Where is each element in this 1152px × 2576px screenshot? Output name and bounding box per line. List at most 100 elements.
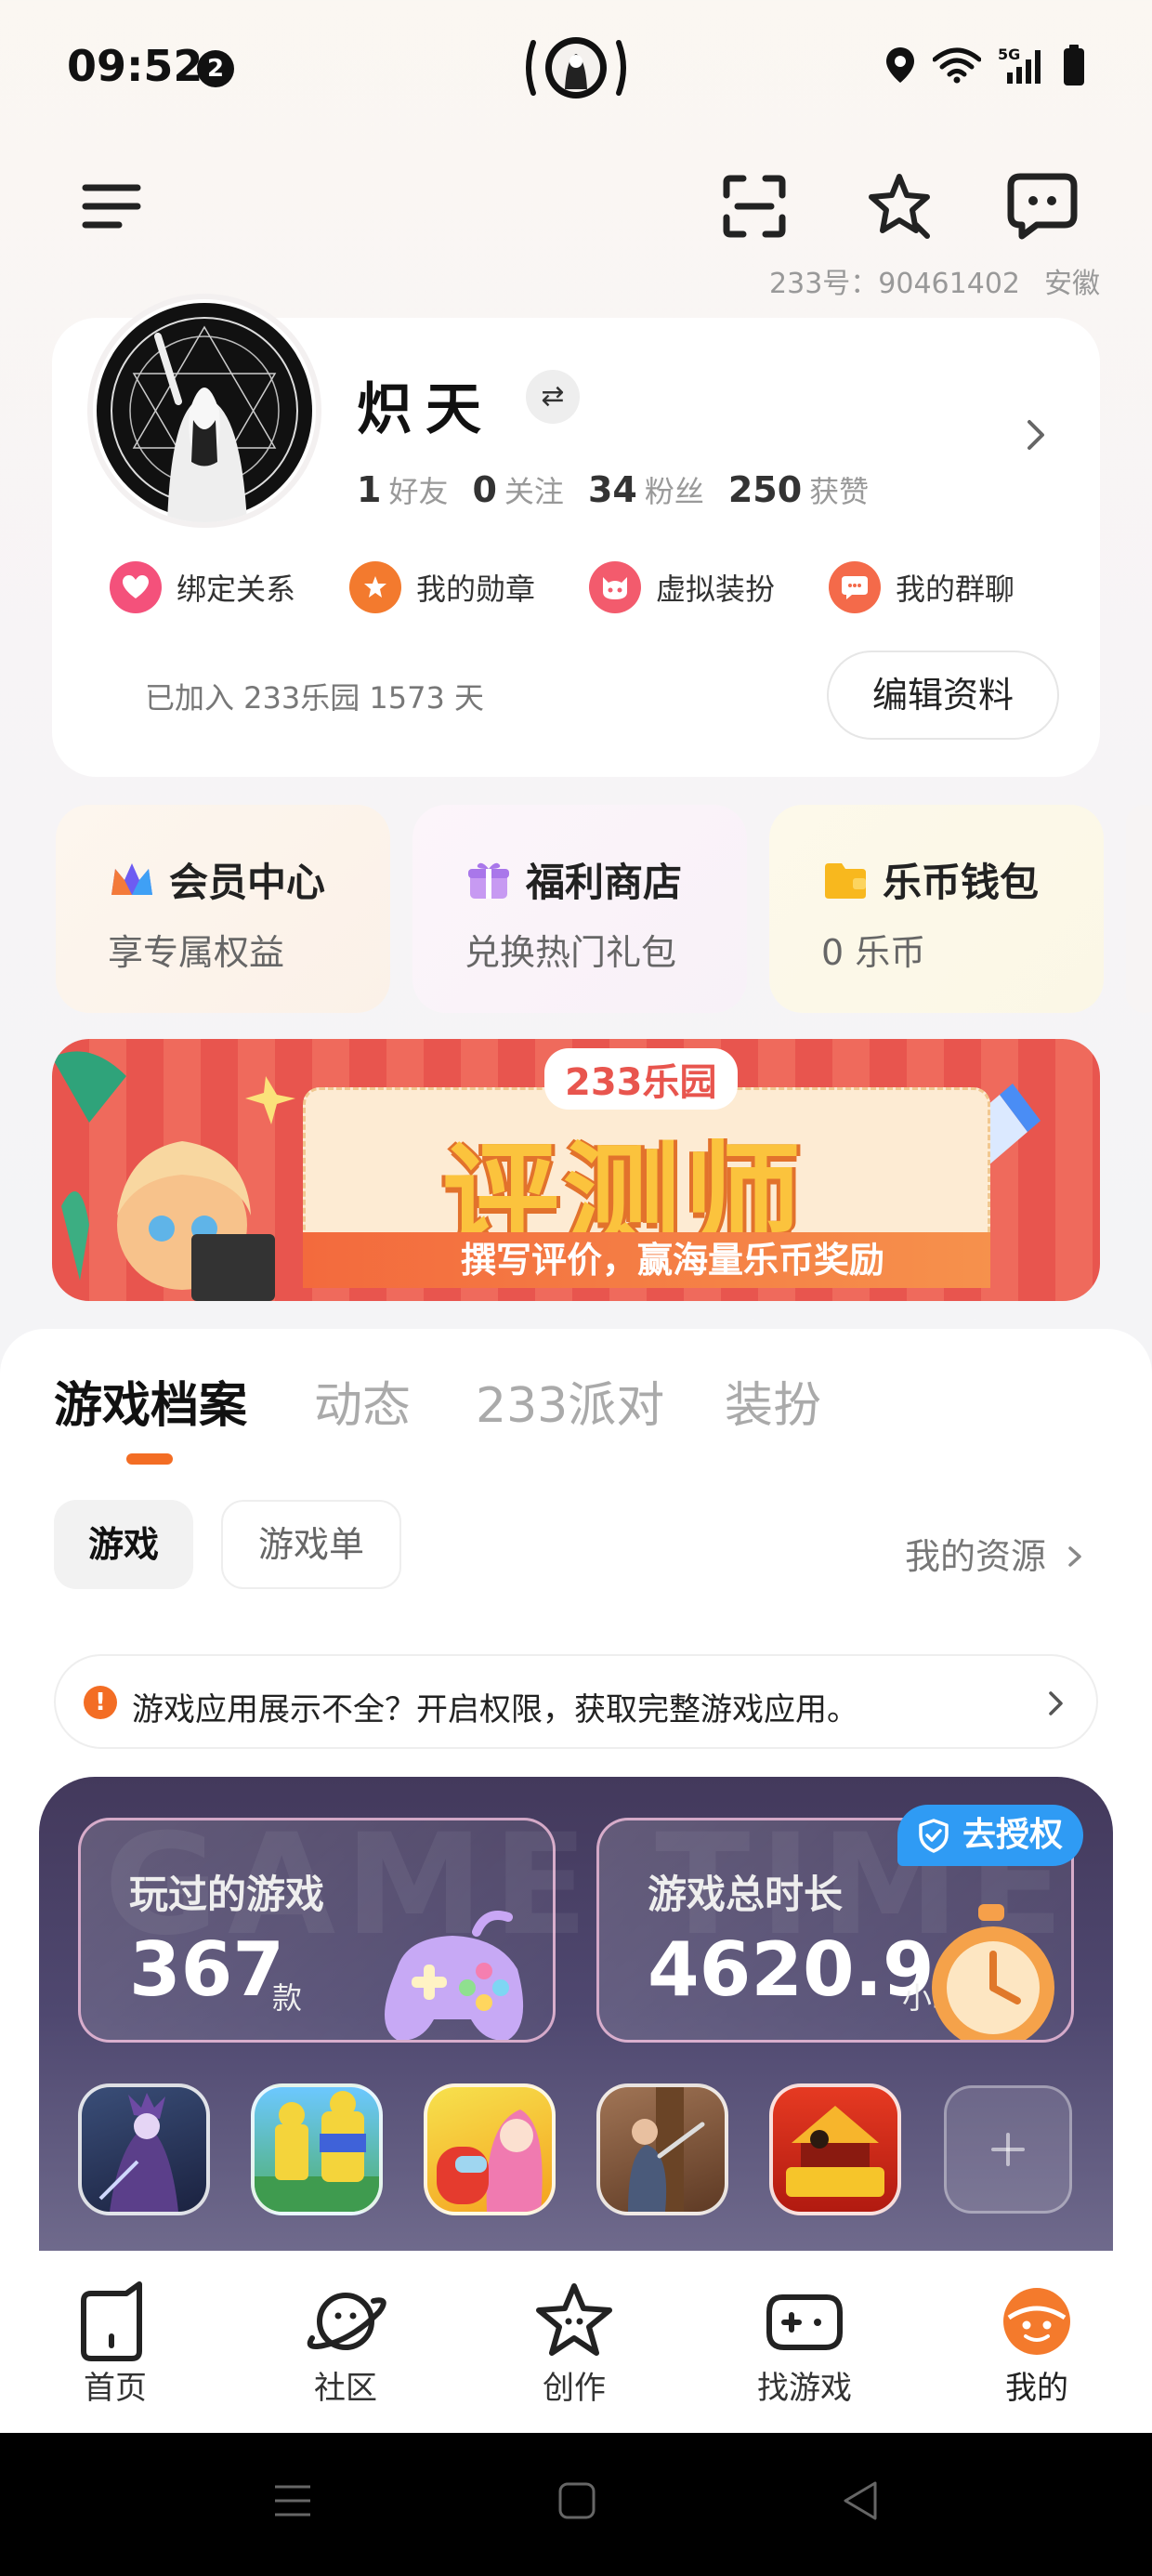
stat-label: 粉丝 bbox=[644, 474, 704, 509]
shield-check-icon bbox=[919, 1819, 949, 1853]
recent-apps-icon[interactable] bbox=[273, 2481, 312, 2520]
battery-icon bbox=[1064, 45, 1084, 85]
quick-link-bind-relationship[interactable]: 绑定关系 bbox=[110, 561, 295, 613]
back-icon[interactable] bbox=[840, 2479, 879, 2522]
gamepad-icon bbox=[385, 1911, 524, 2040]
tab-indicator bbox=[126, 1453, 173, 1465]
feature-title: 会员中心 bbox=[169, 860, 326, 905]
avatar[interactable] bbox=[93, 299, 316, 522]
tab-game-profile[interactable]: 游戏档案 bbox=[54, 1366, 247, 1436]
quick-links: 绑定关系 我的勋章 虚拟装扮 我的群聊 bbox=[110, 561, 1068, 613]
nav-label: 创作 bbox=[543, 2370, 606, 2407]
avatar-image bbox=[97, 303, 312, 522]
game-icon-3[interactable] bbox=[424, 2083, 556, 2215]
chevron-right-icon bbox=[1049, 1691, 1063, 1715]
playtime-title: 游戏总时长 bbox=[648, 1872, 844, 1917]
wifi-icon bbox=[933, 47, 981, 84]
quick-link-label: 我的勋章 bbox=[416, 572, 536, 607]
edit-profile-button[interactable]: 编辑资料 bbox=[827, 651, 1059, 740]
chip-game-lists[interactable]: 游戏单 bbox=[221, 1500, 401, 1589]
played-games-card[interactable]: 玩过的游戏 367 款 bbox=[78, 1818, 556, 2043]
feature-title: 福利商店 bbox=[526, 860, 683, 905]
chip-games[interactable]: 游戏 bbox=[54, 1500, 193, 1589]
my-resources-label: 我的资源 bbox=[905, 1536, 1047, 1577]
quick-link-virtual-dressup[interactable]: 虚拟装扮 bbox=[589, 561, 775, 613]
nav-label: 找游戏 bbox=[757, 2370, 852, 2407]
stat-number: 0 bbox=[472, 469, 497, 510]
username: 炽天 bbox=[357, 377, 494, 442]
gamepad-nav-icon bbox=[766, 2294, 843, 2350]
notification-count-badge: 2 bbox=[197, 50, 234, 87]
location-text: 安徽 bbox=[1044, 268, 1100, 300]
star-badge-icon[interactable] bbox=[862, 169, 936, 243]
member-center-card[interactable]: 会员中心 享专属权益 bbox=[56, 805, 390, 1013]
quick-link-label: 绑定关系 bbox=[177, 572, 296, 607]
bottom-nav: 首页 社区 创作 找游戏 我的 bbox=[0, 2253, 1152, 2433]
feature-title: 乐币钱包 bbox=[883, 860, 1040, 905]
feature-subtitle: 兑换热门礼包 bbox=[465, 932, 677, 973]
gift-icon bbox=[468, 862, 509, 899]
stat-fans[interactable]: 34 粉丝 bbox=[588, 468, 704, 511]
next-feature-card-peek[interactable] bbox=[1126, 805, 1152, 1013]
tab-233-party[interactable]: 233派对 bbox=[476, 1366, 664, 1436]
scan-icon[interactable] bbox=[717, 169, 792, 243]
authorize-button[interactable]: 去授权 bbox=[897, 1805, 1084, 1866]
my-resources-link[interactable]: 我的资源 bbox=[905, 1528, 1085, 1579]
game-thumbnail bbox=[437, 2109, 543, 2212]
status-time: 09:52 bbox=[67, 41, 203, 91]
nav-home[interactable]: 首页 bbox=[22, 2253, 208, 2433]
stat-friends[interactable]: 1 好友 bbox=[357, 468, 448, 511]
game-thumbnail bbox=[786, 2106, 884, 2197]
stat-number: 34 bbox=[587, 469, 637, 510]
profile-stats: 1 好友 0 关注 34 粉丝 250 获赞 bbox=[357, 468, 869, 511]
account-id: 233号：90461402 bbox=[769, 268, 1020, 300]
nav-find-games[interactable]: 找游戏 bbox=[712, 2253, 897, 2433]
coin-wallet-card[interactable]: 乐币钱包 0 乐币 bbox=[769, 805, 1104, 1013]
home-square-icon[interactable] bbox=[557, 2481, 596, 2520]
notice-text: 游戏应用展示不全？开启权限，获取完整游戏应用。 bbox=[132, 1691, 858, 1728]
warning-icon: ! bbox=[84, 1686, 117, 1719]
quick-link-my-medals[interactable]: 我的勋章 bbox=[349, 561, 535, 613]
game-icon-5[interactable] bbox=[769, 2083, 901, 2215]
authorize-label: 去授权 bbox=[962, 1816, 1064, 1854]
nav-community[interactable]: 社区 bbox=[253, 2253, 439, 2433]
heart-icon bbox=[110, 561, 162, 613]
stat-number: 1 bbox=[357, 469, 382, 510]
stopwatch-icon bbox=[932, 1904, 1054, 2040]
switch-account-button[interactable]: ⇄ bbox=[526, 370, 580, 424]
played-games-count: 367 bbox=[129, 1926, 284, 2013]
permission-notice[interactable]: ! 游戏应用展示不全？开启权限，获取完整游戏应用。 bbox=[54, 1654, 1098, 1749]
feature-subtitle: 0 乐币 bbox=[821, 932, 926, 973]
joined-days-text: 已加入 233乐园 1573 天 bbox=[145, 680, 485, 716]
stat-label: 获赞 bbox=[809, 474, 870, 509]
banner-brand: 233乐园 bbox=[544, 1048, 738, 1110]
message-icon[interactable] bbox=[1005, 169, 1080, 243]
system-nav-bar bbox=[0, 2433, 1152, 2576]
game-icon-1[interactable] bbox=[78, 2083, 210, 2215]
menu-icon[interactable] bbox=[74, 169, 149, 243]
tab-dressup[interactable]: 装扮 bbox=[725, 1366, 821, 1436]
stat-likes[interactable]: 250 获赞 bbox=[728, 468, 869, 511]
nav-create[interactable]: 创作 bbox=[481, 2253, 667, 2433]
stat-following[interactable]: 0 关注 bbox=[472, 468, 563, 511]
wallet-icon bbox=[825, 862, 866, 899]
welfare-shop-card[interactable]: 福利商店 兑换热门礼包 bbox=[412, 805, 747, 1013]
location-icon bbox=[886, 47, 914, 83]
game-icon-2[interactable] bbox=[251, 2083, 383, 2215]
svg-text:5G: 5G bbox=[998, 46, 1020, 63]
quick-link-label: 我的群聊 bbox=[896, 572, 1015, 607]
nav-label: 首页 bbox=[84, 2370, 147, 2407]
profile-chevron-right-icon[interactable] bbox=[1022, 416, 1050, 453]
nav-label: 社区 bbox=[314, 2370, 377, 2407]
nav-mine[interactable]: 我的 bbox=[944, 2253, 1130, 2433]
add-game-button[interactable] bbox=[944, 2085, 1072, 2214]
tab-activity[interactable]: 动态 bbox=[314, 1366, 411, 1436]
cat-face-icon bbox=[589, 561, 642, 613]
cellular-signal-icon: 5G bbox=[998, 46, 1041, 84]
reviewer-promo-banner[interactable]: 233乐园 评测师 撰写评价，赢海量乐币奖励 bbox=[52, 1039, 1100, 1301]
game-icon-4[interactable] bbox=[596, 2083, 728, 2215]
quick-link-my-groups[interactable]: 我的群聊 bbox=[829, 561, 1015, 613]
status-icons: 5G bbox=[884, 45, 1085, 85]
status-bar: 09:52 2 5G bbox=[0, 0, 1152, 139]
star-create-icon bbox=[536, 2283, 612, 2356]
